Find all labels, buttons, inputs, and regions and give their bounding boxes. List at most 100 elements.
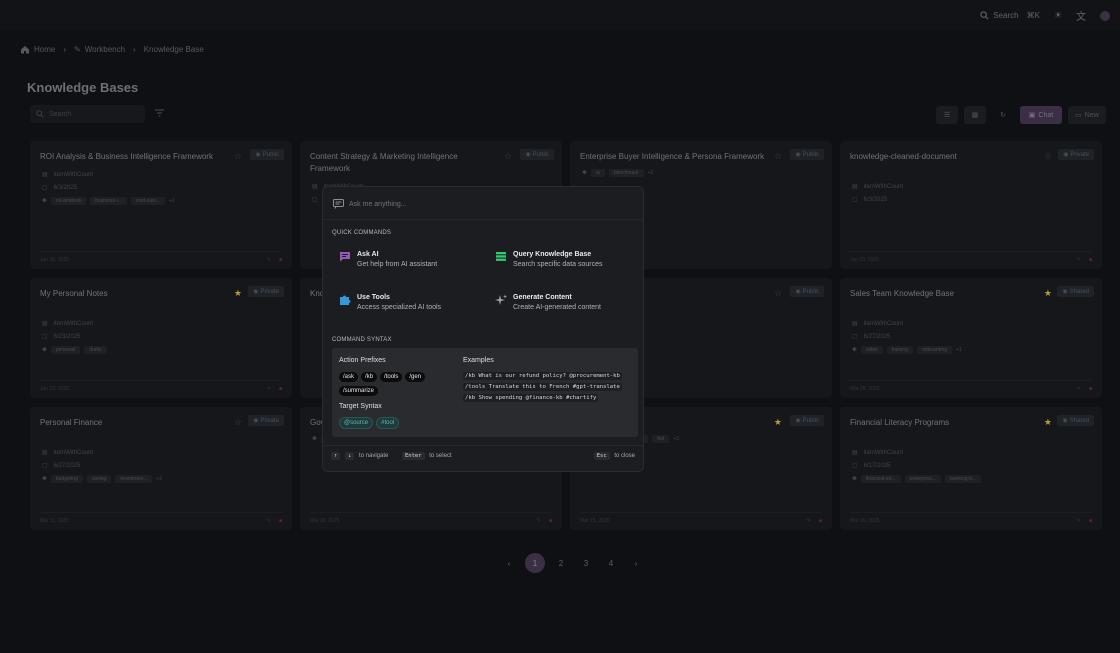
search-shortcut: ⌘K <box>1026 11 1040 20</box>
edit-icon[interactable]: ✎ <box>267 386 271 392</box>
more-tags[interactable]: +3 <box>673 436 679 442</box>
tag[interactable]: enterprise... <box>904 475 942 483</box>
star-icon[interactable]: ☆ <box>774 151 782 162</box>
tag[interactable]: banking-b... <box>945 475 982 483</box>
grid-view-button[interactable]: ▦ <box>964 106 986 124</box>
command-placeholder: Ask me anything... <box>349 200 407 208</box>
theme-icon[interactable]: ☀ <box>1054 10 1062 21</box>
edit-icon[interactable]: ✎ <box>267 518 271 524</box>
tag[interactable]: roi-analysis <box>50 197 87 205</box>
delete-icon[interactable]: ■ <box>1089 257 1092 263</box>
calendar-icon: ▢ <box>42 185 48 191</box>
translate-icon[interactable]: 文 <box>1076 8 1086 23</box>
kb-search-input[interactable]: Search <box>30 105 145 123</box>
kb-card-footer: Jun 23, 2025 ✎ ■ <box>40 380 282 392</box>
star-icon[interactable]: ☆ <box>504 151 512 162</box>
command-query-kb[interactable]: Query Knowledge Base Search specific data… <box>495 251 603 268</box>
filter-icon[interactable] <box>155 109 164 117</box>
star-icon[interactable]: ☆ <box>234 151 242 162</box>
star-icon[interactable]: ☆ <box>234 417 242 428</box>
kb-card[interactable]: knowledge-cleaned-document ☆ ◉ Private ▤ item… <box>840 141 1102 269</box>
delete-icon[interactable]: ■ <box>549 518 552 524</box>
star-icon[interactable]: ☆ <box>1044 151 1052 162</box>
delete-icon[interactable]: ■ <box>279 518 282 524</box>
tag[interactable]: ai <box>590 169 605 177</box>
tag[interactable]: benchmark <box>608 169 644 177</box>
delete-icon[interactable]: ■ <box>1089 518 1092 524</box>
tag[interactable]: cost-savi... <box>130 197 165 205</box>
tag[interactable]: onboarding <box>917 346 953 354</box>
target-chip[interactable]: @source <box>339 417 374 429</box>
breadcrumb-home[interactable]: Home <box>20 45 55 54</box>
breadcrumb-workbench-label: Workbench <box>84 45 126 54</box>
prefix-chip[interactable]: /tools <box>380 372 403 382</box>
delete-icon[interactable]: ■ <box>819 518 822 524</box>
command-palette: Ask me anything... QUICK COMMANDS Ask AI… <box>322 186 644 472</box>
tag[interactable]: financial-ed... <box>860 475 901 483</box>
page-2-button[interactable]: 2 <box>552 554 570 572</box>
page-3-button[interactable]: 3 <box>577 554 595 572</box>
edit-icon[interactable]: ✎ <box>807 518 811 524</box>
avatar[interactable] <box>1100 10 1110 21</box>
kb-card[interactable]: Personal Finance ☆ ◉ Private ▤ itemWithCount ▢… <box>30 407 292 530</box>
delete-icon[interactable]: ■ <box>279 257 282 263</box>
tag[interactable]: training <box>886 346 913 354</box>
kb-card-footer: Jun 03, 2025 ✎ ■ <box>850 251 1092 263</box>
command-use-tools[interactable]: Use Tools Access specialized AI tools <box>339 294 441 311</box>
command-input[interactable]: Ask me anything... <box>333 197 633 211</box>
edit-icon[interactable]: ✎ <box>267 257 271 263</box>
next-page-button[interactable]: › <box>627 554 645 572</box>
page-4-button[interactable]: 4 <box>602 554 620 572</box>
kb-card[interactable]: Sales Team Knowledge Base ★ ◉ Shared ▤ itemWi… <box>840 278 1102 398</box>
star-icon[interactable]: ★ <box>774 417 782 428</box>
lock-icon: ◉ <box>253 418 259 424</box>
tag[interactable]: fed <box>652 435 670 443</box>
prefix-chip[interactable]: /gen <box>405 372 426 382</box>
star-icon[interactable]: ★ <box>1044 417 1052 428</box>
star-icon[interactable]: ☆ <box>774 288 782 299</box>
command-ask-ai[interactable]: Ask AI Get help from AI assistant <box>339 251 437 268</box>
tag[interactable]: business-i... <box>90 197 127 205</box>
edit-icon[interactable]: ✎ <box>537 518 541 524</box>
tag[interactable]: personal <box>50 346 81 354</box>
star-icon[interactable]: ★ <box>234 288 242 299</box>
star-icon[interactable]: ★ <box>1044 288 1052 299</box>
delete-icon[interactable]: ■ <box>1089 386 1092 392</box>
target-chip[interactable]: #tool <box>376 417 400 429</box>
breadcrumb-workbench[interactable]: ✎ Workbench <box>74 45 125 54</box>
more-tags[interactable]: +2 <box>169 198 175 204</box>
edit-icon[interactable]: ✎ <box>1077 257 1081 263</box>
new-button[interactable]: ▭ New <box>1068 106 1106 124</box>
prefix-chip[interactable]: /kb <box>361 372 378 382</box>
tag[interactable]: saving <box>86 475 112 483</box>
prev-page-button[interactable]: ‹ <box>500 554 518 572</box>
created-date-label: 6/3/2025 <box>53 184 78 191</box>
folder-icon: ▤ <box>852 184 858 190</box>
kb-card[interactable]: My Personal Notes ★ ◉ Private ▤ itemWithCount… <box>30 278 292 398</box>
select-hint: to select <box>429 453 452 459</box>
delete-icon[interactable]: ■ <box>279 386 282 392</box>
page-1-button[interactable]: 1 <box>525 553 545 573</box>
command-generate-content[interactable]: Generate Content Create AI-generated cont… <box>495 294 601 311</box>
command-title: Query Knowledge Base <box>513 251 592 258</box>
tag[interactable]: budgeting <box>50 475 83 483</box>
more-tags[interactable]: +2 <box>156 476 162 482</box>
edit-icon[interactable]: ✎ <box>1077 518 1081 524</box>
more-tags[interactable]: +1 <box>956 347 962 353</box>
updated-date: Mar 28, 2025 <box>850 386 880 392</box>
tag[interactable]: drafts <box>84 346 107 354</box>
refresh-button[interactable]: ↻ <box>992 106 1014 124</box>
lock-icon: ◉ <box>1063 152 1069 158</box>
list-view-button[interactable]: ☰ <box>936 106 958 124</box>
kb-card[interactable]: ROI Analysis & Business Intelligence Fra… <box>30 141 292 269</box>
global-search-button[interactable]: Search ⌘K <box>980 11 1040 20</box>
edit-icon[interactable]: ✎ <box>1077 386 1081 392</box>
kb-card[interactable]: Financial Literacy Programs ★ ◉ Shared ▤ item… <box>840 407 1102 530</box>
chat-button[interactable]: ▣ Chat <box>1020 106 1062 124</box>
tag[interactable]: investmen... <box>115 475 153 483</box>
prefix-chip[interactable]: /summarize <box>339 386 379 396</box>
prefix-chip[interactable]: /ask <box>339 372 359 382</box>
more-tags[interactable]: +2 <box>648 170 654 176</box>
tag[interactable]: sales <box>860 346 883 354</box>
command-title: Generate Content <box>513 294 572 301</box>
